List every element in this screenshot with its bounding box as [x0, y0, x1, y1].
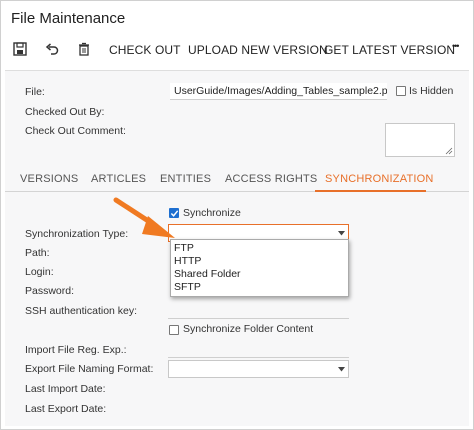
- tab-bar: VERSIONS ARTICLES ENTITIES ACCESS RIGHTS…: [5, 168, 469, 192]
- ssh-key-field[interactable]: [168, 318, 349, 319]
- sync-folder-label: Synchronize Folder Content: [183, 323, 314, 335]
- delete-icon[interactable]: [76, 41, 92, 57]
- chevron-down-icon[interactable]: [338, 367, 345, 372]
- check-out-comment-label: Check Out Comment:: [25, 125, 126, 137]
- more-icon[interactable]: •••: [452, 41, 460, 51]
- upload-new-version-button[interactable]: UPLOAD NEW VERSION: [188, 43, 328, 57]
- toolbar: CHECK OUT UPLOAD NEW VERSION GET LATEST …: [0, 40, 474, 62]
- tab-access-rights[interactable]: ACCESS RIGHTS: [225, 173, 317, 185]
- save-icon[interactable]: [12, 41, 28, 57]
- last-export-date-label: Last Export Date:: [25, 403, 107, 415]
- export-naming-label: Export File Naming Format:: [25, 363, 154, 375]
- synchronize-label: Synchronize: [183, 207, 241, 219]
- check-out-comment-field[interactable]: [385, 123, 455, 157]
- tab-versions[interactable]: VERSIONS: [20, 173, 78, 185]
- get-latest-version-button[interactable]: GET LATEST VERSION: [324, 43, 455, 57]
- active-tab-indicator: [315, 190, 426, 192]
- sync-type-dropdown: FTP HTTP Shared Folder SFTP: [170, 239, 349, 297]
- resize-handle-icon[interactable]: [445, 147, 453, 155]
- undo-icon[interactable]: [44, 41, 60, 57]
- path-label: Path:: [25, 247, 50, 259]
- tab-articles[interactable]: ARTICLES: [91, 173, 146, 185]
- is-hidden-checkbox[interactable]: [396, 86, 406, 96]
- chevron-down-icon[interactable]: [338, 231, 345, 236]
- annotation-arrow-icon: [113, 197, 175, 238]
- dropdown-option-http[interactable]: HTTP: [174, 255, 201, 267]
- import-file-reg-label: Import File Reg. Exp.:: [25, 344, 127, 356]
- form-panel: File: UserGuide/Images/Adding_Tables_sam…: [5, 70, 469, 426]
- check-out-button[interactable]: CHECK OUT: [109, 43, 181, 57]
- login-label: Login:: [25, 266, 54, 278]
- checked-out-by-label: Checked Out By:: [25, 106, 105, 118]
- sync-folder-checkbox[interactable]: [169, 325, 179, 335]
- file-field[interactable]: UserGuide/Images/Adding_Tables_sample2.p…: [170, 83, 387, 100]
- export-naming-select[interactable]: [168, 360, 349, 378]
- file-label: File:: [25, 86, 45, 98]
- password-label: Password:: [25, 285, 75, 297]
- import-file-reg-field[interactable]: [168, 357, 349, 358]
- dropdown-option-shared-folder[interactable]: Shared Folder: [174, 268, 241, 280]
- tab-synchronization[interactable]: SYNCHRONIZATION: [325, 173, 434, 185]
- tab-entities[interactable]: ENTITIES: [160, 173, 211, 185]
- is-hidden-label: Is Hidden: [409, 85, 454, 97]
- last-import-date-label: Last Import Date:: [25, 383, 106, 395]
- dropdown-option-sftp[interactable]: SFTP: [174, 281, 201, 293]
- page-title: File Maintenance: [11, 10, 126, 27]
- ssh-key-label: SSH authentication key:: [25, 305, 138, 317]
